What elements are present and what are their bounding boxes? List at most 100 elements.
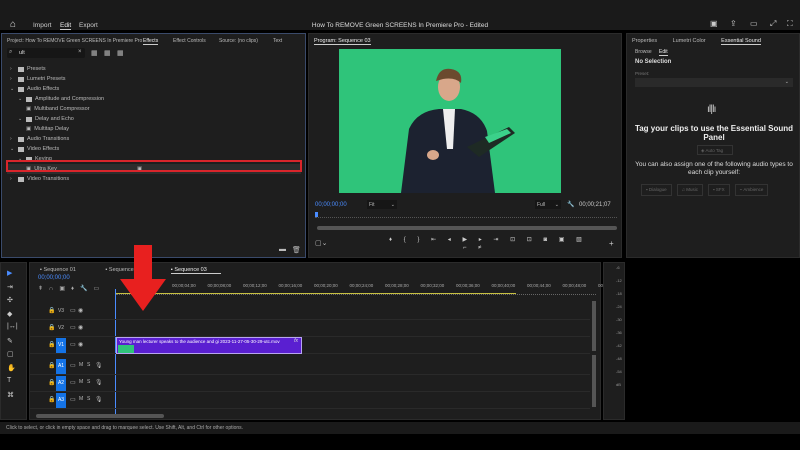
chevron-down-icon[interactable]: ⌄ — [10, 146, 15, 152]
menu-import[interactable]: Import — [33, 22, 51, 29]
mute-button[interactable]: M — [79, 362, 83, 368]
music-button[interactable]: ♫ Music — [676, 184, 704, 196]
generative-tool-icon[interactable]: ⌘ — [7, 391, 14, 399]
track-target[interactable]: V2 — [56, 321, 66, 336]
tab-lumetri-color[interactable]: Lumetri Color — [673, 38, 706, 44]
microphone-icon[interactable]: 🎙 — [95, 396, 103, 403]
subtab-browse[interactable]: Browse — [635, 49, 652, 55]
sync-lock-icon[interactable]: ▭ — [70, 362, 76, 369]
razor-tool-icon[interactable]: ◆ — [7, 310, 12, 318]
menu-edit[interactable]: Edit — [60, 22, 72, 30]
track-target[interactable]: V1 — [56, 338, 66, 353]
track-target[interactable]: A2 — [56, 376, 66, 391]
effects-tree-item[interactable]: ⌄ Delay and Echo — [18, 114, 74, 124]
chevron-down-icon[interactable]: ⌄ — [18, 96, 23, 102]
microphone-icon[interactable]: 🎙 — [95, 362, 103, 369]
effects-tree-item[interactable]: › Audio Transitions — [10, 134, 69, 144]
selection-tool-icon[interactable]: ▶ — [7, 269, 12, 277]
yuv-effects-icon[interactable]: ▦ — [117, 49, 124, 57]
effects-tree-item[interactable]: › Video Transitions — [10, 174, 69, 184]
safe-margins-icon[interactable]: ▢⌄ — [315, 239, 327, 247]
lock-icon[interactable]: 🔒 — [48, 307, 55, 314]
sync-lock-icon[interactable]: ▭ — [70, 324, 76, 331]
slip-tool-icon[interactable]: |↔| — [7, 323, 18, 330]
effects-tree-item[interactable]: › Presets — [10, 64, 46, 74]
tab-sequence-03[interactable]: ▪ Sequence 03 — [170, 267, 221, 274]
quick-export-icon[interactable]: ⇪ — [730, 19, 737, 28]
tab-sequence-01[interactable]: ▪ Sequence 01 — [40, 267, 90, 273]
program-title[interactable]: Program: Sequence 03 — [314, 38, 371, 45]
effects-tree-item[interactable]: ⌄ Video Effects — [10, 144, 59, 154]
effects-search-input[interactable]: ⌕ ult × — [7, 48, 85, 58]
sync-lock-icon[interactable]: ▭ — [70, 396, 76, 403]
mute-button[interactable]: M — [79, 379, 83, 385]
timeline-timecode[interactable]: 00;00;00;00 — [38, 275, 70, 281]
video-clip[interactable]: Young man lecturer speaks to the audienc… — [116, 337, 302, 354]
effects-tree-item[interactable]: ⌄ Audio Effects — [10, 84, 59, 94]
audio-vertical-scrollbar[interactable] — [592, 355, 596, 407]
program-playhead[interactable] — [315, 212, 318, 217]
add-button-icon[interactable]: + — [609, 239, 614, 248]
ripple-edit-tool-icon[interactable]: ✣ — [7, 296, 13, 304]
track-target[interactable]: A1 — [56, 359, 66, 374]
minimize-icon[interactable]: ▭ — [750, 19, 758, 28]
sync-lock-icon[interactable]: ▭ — [70, 307, 76, 314]
video-vertical-scrollbar[interactable] — [592, 301, 596, 351]
effects-tree-item[interactable]: ⌄ Amplitude and Compression — [18, 94, 104, 104]
auto-tag-button[interactable]: ◈ Auto Tag — [697, 145, 733, 155]
track-select-tool-icon[interactable]: ⇥ — [7, 283, 13, 291]
solo-button[interactable]: S — [87, 379, 90, 385]
maximize-icon[interactable]: ⤢ — [770, 19, 776, 29]
32bit-effects-icon[interactable]: ▦ — [104, 49, 111, 57]
new-folder-icon[interactable]: ▬ — [279, 246, 286, 253]
clear-search-icon[interactable]: × — [78, 49, 82, 55]
ambience-button[interactable]: ⌁ Ambience — [734, 184, 769, 196]
chevron-right-icon[interactable]: › — [10, 136, 15, 142]
chevron-right-icon[interactable]: › — [10, 66, 15, 72]
pen-tool-icon[interactable]: ✎ — [7, 337, 13, 345]
chevron-right-icon[interactable]: › — [10, 176, 15, 182]
program-time-ruler[interactable] — [315, 214, 617, 218]
tab-essential-sound[interactable]: Essential Sound — [721, 38, 761, 45]
chevron-right-icon[interactable]: › — [10, 76, 15, 82]
type-tool-icon[interactable]: T — [7, 377, 11, 384]
timeline-toolbar[interactable]: ⇞∩▣♦🔧▭ — [38, 285, 105, 292]
timeline-horizontal-scrollbar[interactable] — [36, 414, 164, 418]
track-target[interactable]: V3 — [56, 304, 66, 319]
lock-icon[interactable]: 🔒 — [48, 396, 55, 403]
mute-button[interactable]: M — [79, 396, 83, 402]
effects-tree-item[interactable]: › Lumetri Presets — [10, 74, 66, 84]
solo-button[interactable]: S — [87, 396, 90, 402]
tab-text[interactable]: Text — [273, 38, 282, 44]
lock-icon[interactable]: 🔒 — [48, 379, 55, 386]
tab-properties[interactable]: Properties — [632, 38, 657, 44]
hand-tool-icon[interactable]: ✋ — [7, 364, 16, 372]
fit-dropdown[interactable]: Fit ⌄ — [367, 200, 397, 209]
rectangle-tool-icon[interactable]: ▢ — [7, 350, 14, 358]
sync-lock-icon[interactable]: ▭ — [70, 379, 76, 386]
tab-project[interactable]: Project: How To REMOVE Green SCREENS In … — [7, 38, 142, 44]
eye-icon[interactable]: ◉ — [78, 324, 83, 331]
workspaces-icon[interactable]: ▣ — [710, 19, 718, 28]
wrench-icon[interactable]: 🔧 — [567, 201, 574, 208]
tab-effects[interactable]: Effects — [143, 38, 159, 45]
lock-icon[interactable]: 🔒 — [48, 324, 55, 331]
sfx-button[interactable]: ▪ SFX — [708, 184, 730, 196]
eye-icon[interactable]: ◉ — [78, 341, 83, 348]
microphone-icon[interactable]: 🎙 — [95, 379, 103, 386]
delete-icon[interactable]: 🗑 — [292, 246, 301, 254]
solo-button[interactable]: S — [87, 362, 90, 368]
transport-controls[interactable]: ♦ { } ⇤ ◂ ▶ ▸ ⇥ ⊡ ⊡ ◙ ▣ ▧ — [389, 236, 587, 243]
home-icon[interactable]: ⌂ — [10, 19, 16, 30]
accelerated-effects-icon[interactable]: ▦ — [91, 49, 98, 57]
program-timecode[interactable]: 00;00;00;00 — [315, 202, 347, 208]
dialogue-button[interactable]: ▪ Dialogue — [641, 184, 672, 196]
lock-icon[interactable]: 🔒 — [48, 341, 55, 348]
tab-effect-controls[interactable]: Effect Controls — [173, 38, 206, 44]
lock-icon[interactable]: 🔒 — [48, 362, 55, 369]
chevron-down-icon[interactable]: ⌄ — [10, 86, 15, 92]
fullscreen-icon[interactable]: ⛶ — [787, 19, 793, 29]
subtab-edit[interactable]: Edit — [659, 49, 668, 56]
chevron-down-icon[interactable]: ⌄ — [18, 116, 23, 122]
effects-tree-item[interactable]: ▣ Multiband Compressor — [26, 104, 90, 114]
